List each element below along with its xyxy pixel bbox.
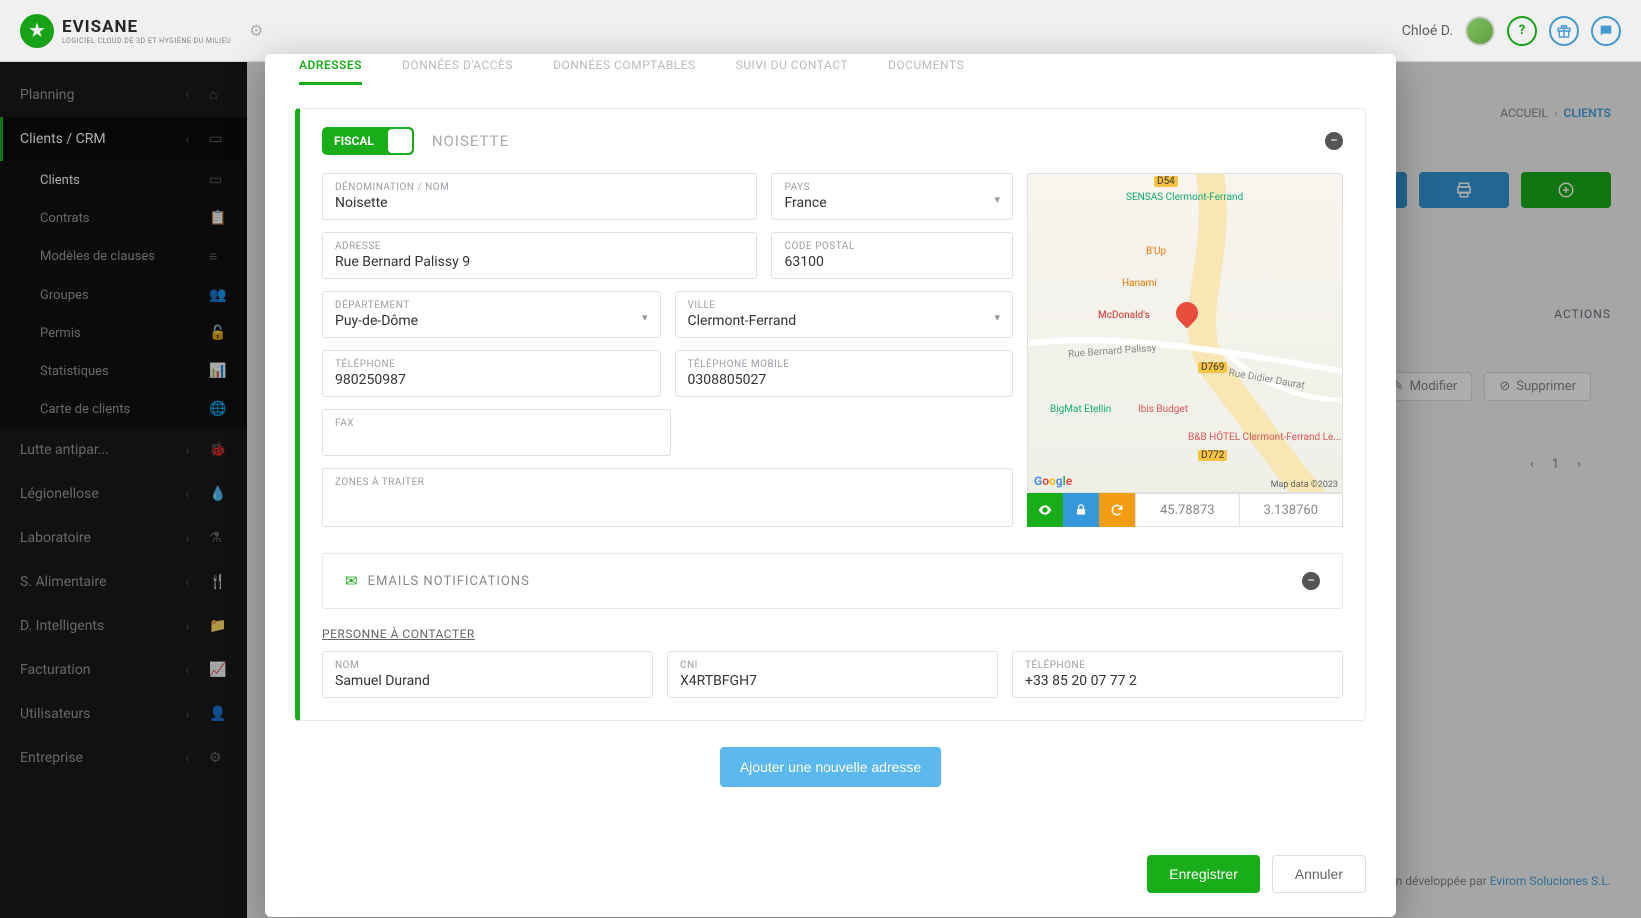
field-value: Rue Bernard Palissy 9 [335,254,744,272]
field-value: Puy-de-Dôme [335,313,648,331]
field-value: Noisette [335,195,744,213]
panel-header: FISCAL NOISETTE − [322,127,1343,155]
tab-adresses[interactable]: ADRESSES [299,58,362,85]
field-label: CNI [680,660,985,671]
field-label: DÉPARTEMENT [335,300,648,311]
caret-down-icon: ▾ [994,193,1000,206]
map-column: SENSAS Clermont-Ferrand B'Up Hanami McDo… [1027,173,1343,539]
dept-field[interactable]: DÉPARTEMENT Puy-de-Dôme ▾ [322,291,661,338]
map-label: B&B HÔTEL Clermont-Ferrand Le... [1188,432,1341,443]
map-road-badge: D769 [1198,362,1227,373]
google-logo: Google [1034,474,1072,488]
map-view-button[interactable] [1027,493,1063,527]
pays-field[interactable]: PAYS France ▾ [771,173,1013,220]
collapse-icon[interactable]: − [1325,132,1343,150]
field-label: FAX [335,418,658,429]
field-label: PAYS [784,182,1000,193]
tab-donnees-comptables[interactable]: DONNÉES COMPTABLES [553,58,696,85]
map-road-badge: D772 [1198,450,1227,461]
map-label: Hanami [1122,278,1157,289]
contact-tel-field[interactable]: TÉLÉPHONE +33 85 20 07 77 2 [1012,651,1343,698]
field-label: NOM [335,660,640,671]
adresse-field[interactable]: ADRESSE Rue Bernard Palissy 9 [322,232,757,279]
caret-down-icon: ▾ [642,311,648,324]
contact-nom-field[interactable]: NOM Samuel Durand [322,651,653,698]
field-label: CODE POSTAL [784,241,1000,252]
latitude-field[interactable]: 45.78873 [1135,493,1240,527]
cancel-button[interactable]: Annuler [1272,855,1366,893]
field-value: France [784,195,1000,213]
fiscal-toggle[interactable]: FISCAL [322,127,414,155]
field-value: Clermont-Ferrand [688,313,1001,331]
add-address-button[interactable]: Ajouter une nouvelle adresse [720,747,941,787]
mob-field[interactable]: TÉLÉPHONE MOBILE 0308805027 [675,350,1014,397]
emails-panel[interactable]: ✉ EMAILS NOTIFICATIONS − [322,553,1343,609]
envelope-icon: ✉ [345,572,358,590]
map-label: Ibis Budget [1138,404,1188,415]
map-label: SENSAS Clermont-Ferrand [1126,192,1243,203]
client-modal: ADRESSES DONNÉES D'ACCÈS DONNÉES COMPTAB… [265,54,1396,917]
denomination-field[interactable]: DÉNOMINATION / NOM Noisette [322,173,757,220]
field-label: DÉNOMINATION / NOM [335,182,744,193]
tab-suivi-contact[interactable]: SUIVI DU CONTACT [736,58,848,85]
contact-row: NOM Samuel Durand CNI X4RTBFGH7 TÉLÉPHON… [322,651,1343,698]
field-value: X4RTBFGH7 [680,673,985,691]
field-label: VILLE [688,300,1001,311]
map-attribution: Map data ©2023 [1271,480,1338,490]
field-value: +33 85 20 07 77 2 [1025,673,1330,691]
fax-field[interactable]: FAX [322,409,671,456]
toggle-label: FISCAL [322,134,386,148]
map-footer: 45.78873 3.138760 [1027,493,1343,527]
field-value: Samuel Durand [335,673,640,691]
modal-actions: Enregistrer Annuler [265,855,1396,893]
tel-field[interactable]: TÉLÉPHONE 980250987 [322,350,661,397]
map-label-mcdonalds: McDonald's [1098,310,1150,321]
contact-section-title: PERSONNE À CONTACTER [322,627,1343,641]
field-label: ADRESSE [335,241,744,252]
caret-down-icon: ▾ [994,311,1000,324]
collapse-icon[interactable]: − [1302,572,1320,590]
field-label: ZONES À TRAITER [335,477,1000,488]
emails-title: EMAILS NOTIFICATIONS [368,574,530,589]
map-refresh-button[interactable] [1099,493,1135,527]
modal-tabs: ADRESSES DONNÉES D'ACCÈS DONNÉES COMPTAB… [265,54,1396,86]
map-view[interactable]: SENSAS Clermont-Ferrand B'Up Hanami McDo… [1027,173,1343,493]
field-label: TÉLÉPHONE MOBILE [688,359,1001,370]
map-label: B'Up [1146,246,1166,257]
tab-documents[interactable]: DOCUMENTS [888,58,964,85]
contact-cni-field[interactable]: CNI X4RTBFGH7 [667,651,998,698]
field-label: TÉLÉPHONE [335,359,648,370]
map-label: BigMat Etellin [1050,404,1111,415]
field-value [335,431,658,449]
field-value: 980250987 [335,372,648,390]
tab-donnees-acces[interactable]: DONNÉES D'ACCÈS [402,58,513,85]
address-panel: FISCAL NOISETTE − DÉNOMINATION / NOM Noi… [295,108,1366,721]
longitude-field[interactable]: 3.138760 [1240,493,1344,527]
cp-field[interactable]: CODE POSTAL 63100 [771,232,1013,279]
field-value: 0308805027 [688,372,1001,390]
map-road-badge: D54 [1154,176,1178,187]
field-value [335,490,1000,508]
modal-overlay-dark[interactable]: ADRESSES DONNÉES D'ACCÈS DONNÉES COMPTAB… [0,62,1641,918]
ville-field[interactable]: VILLE Clermont-Ferrand ▾ [675,291,1014,338]
panel-title: NOISETTE [432,132,509,150]
field-value: 63100 [784,254,1000,272]
toggle-knob [388,129,412,153]
save-button[interactable]: Enregistrer [1147,855,1259,893]
zones-field[interactable]: ZONES À TRAITER [322,468,1013,527]
map-lock-button[interactable] [1063,493,1099,527]
field-label: TÉLÉPHONE [1025,660,1330,671]
